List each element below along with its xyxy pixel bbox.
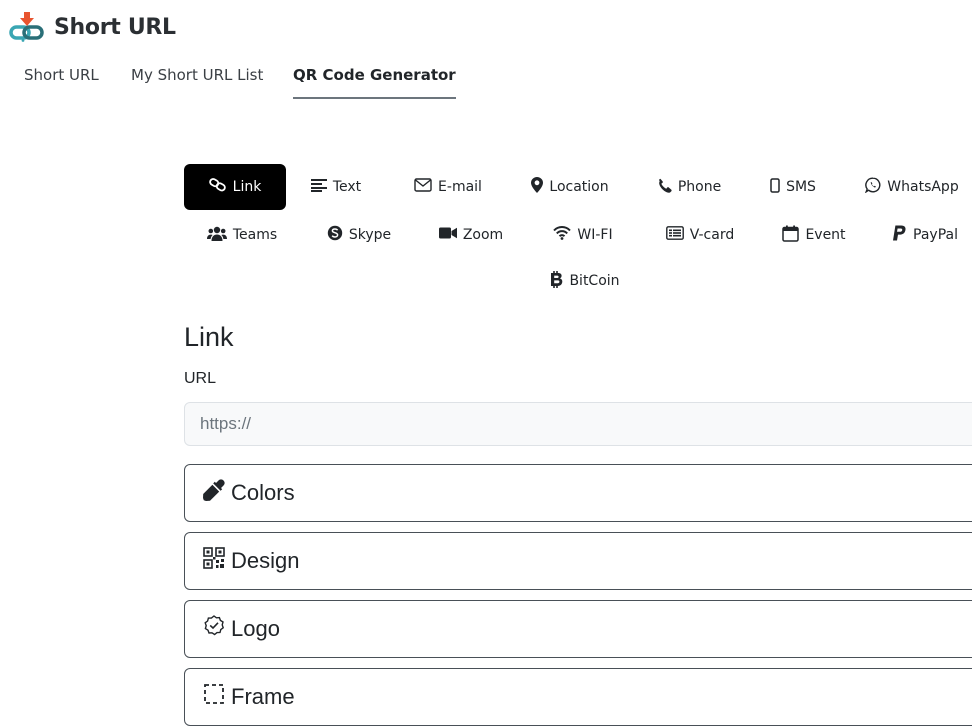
nav-tab-qr-code-generator[interactable]: QR Code Generator <box>293 66 456 99</box>
qr-type-zoom[interactable]: Zoom <box>428 212 514 258</box>
users-icon <box>206 226 227 245</box>
skype-icon <box>327 225 343 245</box>
eyedropper-icon <box>203 479 225 507</box>
qr-type-teams[interactable]: Teams <box>196 212 288 258</box>
section-title: Link <box>184 322 234 352</box>
chain-link-download-icon <box>8 12 46 42</box>
paypal-icon <box>892 225 907 246</box>
qr-code-icon <box>203 547 225 575</box>
qr-type-vcard[interactable]: V-card <box>654 212 746 258</box>
qr-type-sms[interactable]: SMS <box>760 164 826 210</box>
whatsapp-icon <box>865 177 881 197</box>
envelope-icon <box>414 178 432 196</box>
nav-tab-my-short-url-list[interactable]: My Short URL List <box>131 66 263 84</box>
qr-type-label: SMS <box>786 179 816 195</box>
frame-accordion[interactable]: Frame <box>184 668 972 726</box>
qr-type-label: Zoom <box>462 227 504 243</box>
qr-type-label: Event <box>805 227 846 243</box>
calendar-icon <box>782 225 800 246</box>
url-input[interactable] <box>184 402 972 446</box>
bitcoin-icon <box>550 270 563 292</box>
qr-type-label: Link <box>232 179 262 195</box>
main-nav: Short URL My Short URL List QR Code Gene… <box>0 60 600 102</box>
accordion-label: Design <box>231 548 300 573</box>
brand[interactable]: Short URL <box>8 12 176 42</box>
qr-type-label: V-card <box>689 227 735 243</box>
qr-type-phone[interactable]: Phone <box>646 164 732 210</box>
qr-type-label: E-mail <box>438 179 482 195</box>
qr-type-location[interactable]: Location <box>522 164 618 210</box>
wifi-icon <box>553 226 572 244</box>
video-camera-icon <box>438 227 457 243</box>
vcard-icon <box>665 226 684 244</box>
map-pin-icon <box>531 177 544 197</box>
qr-type-bitcoin[interactable]: BitCoin <box>540 258 630 304</box>
qr-type-wifi[interactable]: WI-FI <box>540 212 626 258</box>
design-accordion[interactable]: Design <box>184 532 972 590</box>
accordion-label: Colors <box>231 480 295 505</box>
phone-icon <box>657 178 672 197</box>
url-label: URL <box>184 370 217 387</box>
qr-type-whatsapp[interactable]: WhatsApp <box>856 164 968 210</box>
qr-type-event[interactable]: Event <box>772 212 856 258</box>
qr-type-skype[interactable]: Skype <box>316 212 402 258</box>
brand-name: Short URL <box>54 14 176 40</box>
qr-type-email[interactable]: E-mail <box>400 164 496 210</box>
badge-check-icon <box>203 615 225 643</box>
colors-accordion[interactable]: Colors <box>184 464 972 522</box>
qr-type-paypal[interactable]: PayPal <box>880 212 970 258</box>
qr-type-label: BitCoin <box>569 273 620 289</box>
qr-type-label: Location <box>549 179 609 195</box>
text-lines-icon <box>310 178 327 196</box>
qr-type-label: Phone <box>677 179 722 195</box>
qr-type-label: WI-FI <box>577 227 613 243</box>
qr-type-label: Teams <box>232 227 278 243</box>
qr-type-link[interactable]: Link <box>184 164 286 210</box>
link-icon <box>208 178 227 196</box>
accordion-label: Logo <box>231 616 280 641</box>
logo-accordion[interactable]: Logo <box>184 600 972 658</box>
mobile-icon <box>770 177 780 197</box>
qr-type-text[interactable]: Text <box>296 164 376 210</box>
nav-tab-short-url[interactable]: Short URL <box>24 66 99 84</box>
dashed-frame-icon <box>203 683 225 711</box>
accordion-label: Frame <box>231 684 295 709</box>
qr-type-label: PayPal <box>913 227 958 243</box>
qr-type-label: Text <box>332 179 362 195</box>
qr-type-label: WhatsApp <box>887 179 959 195</box>
qr-type-label: Skype <box>348 227 392 243</box>
